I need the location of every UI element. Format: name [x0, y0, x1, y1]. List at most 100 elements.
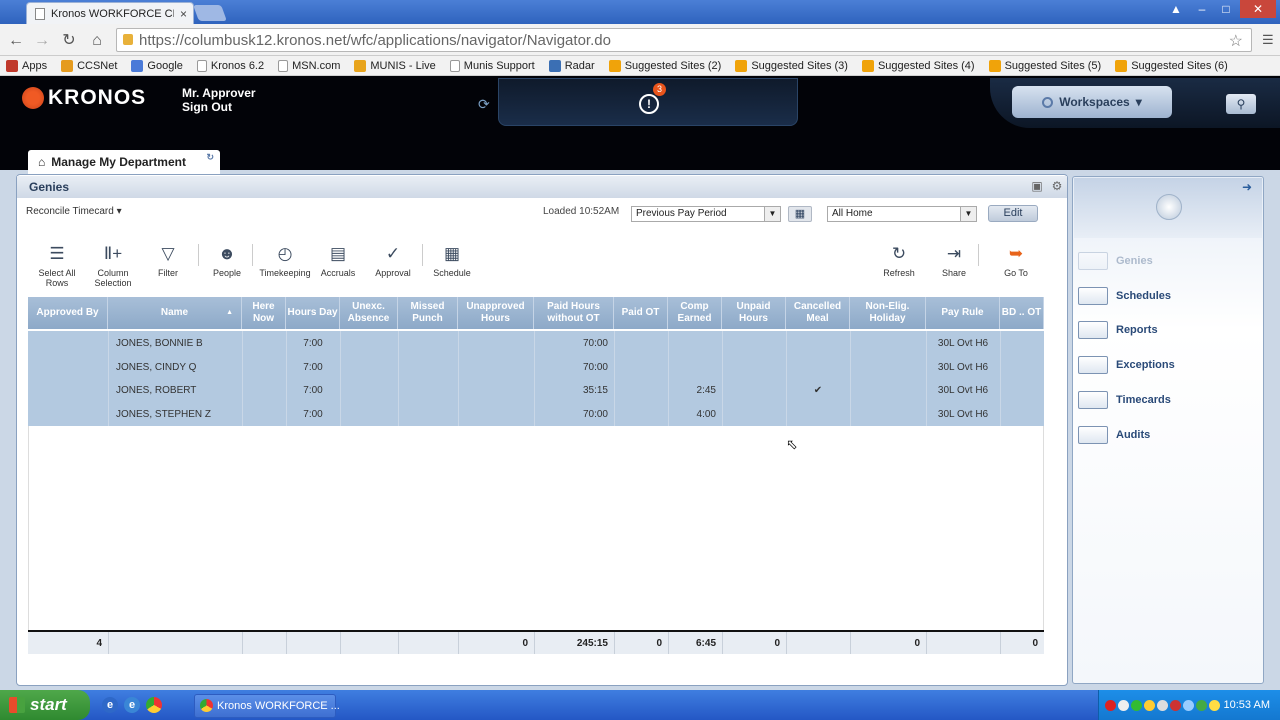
related-item-schedules[interactable]: Schedules	[1078, 285, 1258, 307]
column-header[interactable]: Here Now	[242, 297, 286, 329]
genie-selector[interactable]: Reconcile Timecard ▾	[26, 206, 122, 217]
column-header[interactable]: Name ▲	[108, 297, 242, 329]
bookmark-item[interactable]: Google	[131, 59, 183, 72]
column-header[interactable]: Comp Earned	[668, 297, 722, 329]
refresh-tab-icon[interactable]: ↻	[206, 152, 214, 163]
related-item-genies[interactable]: Genies	[1078, 250, 1258, 272]
bookmark-item[interactable]: MSN.com	[278, 59, 340, 72]
related-item-reports[interactable]: Reports	[1078, 319, 1258, 341]
bookmark-item[interactable]: Suggested Sites (4)	[861, 59, 975, 72]
bookmark-item[interactable]: Radar	[548, 59, 595, 72]
timekeeping-button[interactable]: ◴ Timekeeping	[256, 242, 314, 278]
bookmark-star-icon[interactable]: ☆	[1229, 31, 1243, 51]
approval-button[interactable]: ✓ Approval	[372, 242, 414, 278]
address-bar[interactable]: https://columbusk12.kronos.net/wfc/appli…	[116, 28, 1252, 52]
accruals-button[interactable]: ▤ Accruals	[316, 242, 360, 278]
close-window-button[interactable]: ✕	[1240, 0, 1276, 18]
maximize-button[interactable]: □	[1214, 0, 1238, 18]
column-header[interactable]: Unapproved Hours	[458, 297, 534, 329]
menu-icon[interactable]: ☰	[1262, 32, 1276, 47]
tray-icon-3	[1131, 699, 1142, 711]
home-icon[interactable]: ⌂	[86, 30, 108, 52]
accruals-label: Accruals	[320, 268, 356, 278]
select-all-rows-button[interactable]: ☰ Select All Rows	[32, 242, 82, 288]
bookmark-item[interactable]: Munis Support	[449, 59, 535, 72]
alert-icon[interactable]: !	[639, 94, 659, 114]
edit-button[interactable]: Edit	[988, 205, 1038, 222]
table-row[interactable]: JONES, ROBERT 7:00 35:15 2:45 ✔ 30L Ovt H6	[28, 379, 1044, 402]
table-cell	[856, 332, 920, 355]
maximize-panel-icon[interactable]: ▣	[1030, 180, 1044, 193]
bookmark-item[interactable]: Suggested Sites (5)	[988, 59, 1101, 72]
column-selection-button[interactable]: Ⅱ+ Column Selection	[88, 242, 138, 288]
user-icon[interactable]: ▲	[1164, 0, 1188, 18]
ie-quicklaunch-icon[interactable]: e	[102, 697, 118, 713]
column-header[interactable]: Approved By	[28, 297, 108, 329]
share-button[interactable]: ⇥ Share	[934, 242, 974, 278]
window-icon	[1078, 356, 1108, 375]
go-to-button[interactable]: ➥ Go To	[996, 242, 1036, 278]
table-row[interactable]: JONES, STEPHEN Z 7:00 70:00 4:00 30L Ovt H6	[28, 403, 1044, 426]
taskbar-task-kronos[interactable]: Kronos WORKFORCE ...	[194, 694, 340, 718]
table-row[interactable]: JONES, CINDY Q 7:00 70:00 30L Ovt H6	[28, 356, 1044, 379]
bookmark-item[interactable]: Suggested Sites (3)	[735, 59, 848, 72]
close-tab-icon[interactable]: ×	[180, 7, 187, 21]
column-header[interactable]: BD .. OT	[1000, 297, 1044, 329]
bookmark-item[interactable]: Apps	[6, 59, 47, 72]
bookmark-item[interactable]: CCSNet	[61, 59, 117, 72]
collapse-arrow-icon[interactable]: ➜	[1242, 180, 1252, 194]
gear-icon[interactable]: ⚙	[1050, 180, 1064, 193]
browser-tab[interactable]: Kronos WORKFORCE CENTR ×	[26, 2, 194, 24]
sign-out-link[interactable]: Sign Out	[182, 100, 256, 114]
column-divider	[458, 632, 459, 654]
period-select[interactable]: Previous Pay Period ▼	[631, 206, 781, 222]
table-row[interactable]: JONES, BONNIE B 7:00 70:00 30L Ovt H6	[28, 332, 1044, 355]
table-cell	[674, 356, 716, 379]
location-select[interactable]: All Home ▼	[827, 206, 977, 222]
forward-icon[interactable]: →	[31, 30, 53, 52]
column-header[interactable]: Pay Rule	[926, 297, 1000, 329]
back-icon[interactable]: ←	[5, 30, 27, 52]
column-header[interactable]: Unpaid Hours	[722, 297, 786, 329]
column-divider	[534, 632, 535, 654]
bookmark-item[interactable]: Kronos 6.2	[196, 59, 264, 72]
people-button[interactable]: ☻ People	[206, 242, 248, 278]
column-divider	[286, 632, 287, 654]
column-header[interactable]: Non-Elig. Holiday	[850, 297, 926, 329]
related-item-exceptions[interactable]: Exceptions	[1078, 354, 1258, 376]
refresh-button[interactable]: ↻ Refresh	[878, 242, 920, 278]
schedule-button[interactable]: ▦ Schedule	[428, 242, 476, 278]
related-item-audits[interactable]: Audits	[1078, 424, 1258, 446]
workspace-tab[interactable]: ⌂ Manage My Department ↻	[28, 150, 220, 174]
calendar-grid-button[interactable]: ▦	[788, 206, 812, 222]
bookmark-item[interactable]: Suggested Sites (6)	[1115, 59, 1228, 72]
window-icon	[1078, 390, 1108, 409]
bookmark-item[interactable]: Suggested Sites (2)	[608, 59, 721, 72]
table-cell	[856, 403, 920, 426]
column-header[interactable]: Cancelled Meal	[786, 297, 850, 329]
new-tab-button[interactable]	[193, 5, 227, 21]
share-icon: ⇥	[946, 244, 962, 263]
table-cell	[792, 332, 844, 355]
column-header[interactable]: Missed Punch	[398, 297, 458, 329]
filter-button[interactable]: ▽ Filter	[150, 242, 186, 278]
column-header[interactable]: Hours Day	[286, 297, 340, 329]
search-button[interactable]: ⚲	[1226, 94, 1256, 114]
window-icon	[1078, 252, 1108, 270]
column-header[interactable]: Paid Hours without OT	[534, 297, 614, 329]
minimize-button[interactable]: –	[1190, 0, 1214, 18]
column-header[interactable]: Paid OT	[614, 297, 668, 329]
workspaces-button[interactable]: Workspaces ▾	[1012, 86, 1172, 118]
table-cell: JONES, STEPHEN Z	[116, 408, 212, 420]
filter-label: Filter	[158, 268, 178, 278]
reload-icon[interactable]: ↻	[58, 30, 80, 52]
lock-icon	[123, 34, 133, 45]
sync-icon[interactable]: ⟳	[478, 96, 490, 113]
page-icon	[35, 7, 45, 20]
column-header[interactable]: Unexc. Absence	[340, 297, 398, 329]
related-item-timecards[interactable]: Timecards	[1078, 389, 1258, 411]
chrome-quicklaunch-icon[interactable]	[146, 697, 162, 713]
ie-alt-quicklaunch-icon[interactable]: e	[124, 697, 140, 713]
start-button[interactable]: start	[0, 690, 90, 720]
bookmark-item[interactable]: MUNIS - Live	[354, 59, 436, 72]
